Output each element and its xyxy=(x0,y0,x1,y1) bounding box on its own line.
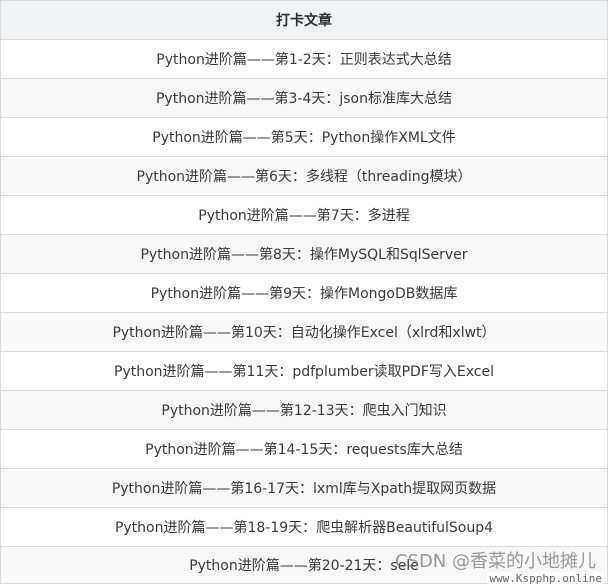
table-row[interactable]: Python进阶篇——第12-13天：爬虫入门知识 xyxy=(0,391,608,430)
table-row[interactable]: Python进阶篇——第14-15天：requests库大总结 xyxy=(0,430,608,469)
table-row[interactable]: Python进阶篇——第20-21天：sele xyxy=(0,547,608,584)
table-row[interactable]: Python进阶篇——第1-2天：正则表达式大总结 xyxy=(0,40,608,79)
table-row[interactable]: Python进阶篇——第9天：操作MongoDB数据库 xyxy=(0,274,608,313)
table-row[interactable]: Python进阶篇——第10天：自动化操作Excel（xlrd和xlwt） xyxy=(0,313,608,352)
table-row[interactable]: Python进阶篇——第3-4天：json标准库大总结 xyxy=(0,79,608,118)
table-row[interactable]: Python进阶篇——第16-17天：lxml库与Xpath提取网页数据 xyxy=(0,469,608,508)
table-row[interactable]: Python进阶篇——第11天：pdfplumber读取PDF写入Excel xyxy=(0,352,608,391)
article-table: 打卡文章 Python进阶篇——第1-2天：正则表达式大总结 Python进阶篇… xyxy=(0,0,608,584)
table-row[interactable]: Python进阶篇——第8天：操作MySQL和SqlServer xyxy=(0,235,608,274)
table-header: 打卡文章 xyxy=(0,1,608,40)
table-row[interactable]: Python进阶篇——第6天：多线程（threading模块） xyxy=(0,157,608,196)
table-row[interactable]: Python进阶篇——第7天：多进程 xyxy=(0,196,608,235)
table-row[interactable]: Python进阶篇——第5天：Python操作XML文件 xyxy=(0,118,608,157)
table-row[interactable]: Python进阶篇——第18-19天：爬虫解析器BeautifulSoup4 xyxy=(0,508,608,547)
